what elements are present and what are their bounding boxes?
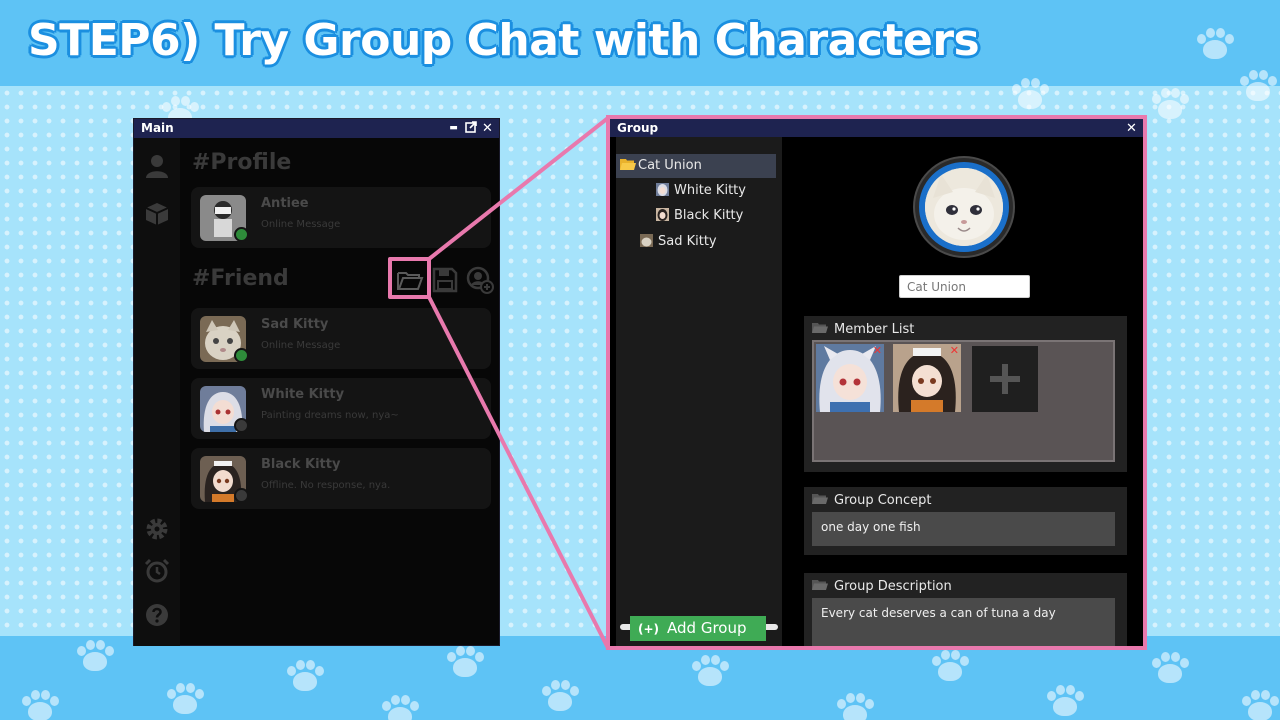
paw-print-icon — [1240, 690, 1280, 720]
paw-print-icon — [835, 693, 875, 720]
paw-print-icon — [285, 660, 325, 694]
member-black-kitty[interactable]: ✕ — [893, 344, 961, 412]
paw-print-icon — [1150, 88, 1190, 122]
tree-item-black-kitty[interactable]: Black Kitty — [656, 204, 743, 228]
friend-name: White Kitty — [261, 387, 345, 402]
profile-status-dot — [234, 227, 249, 242]
group-callout-frame: Group ✕ Cat Union White Kitty Black Kitt… — [606, 115, 1147, 650]
profile-icon[interactable] — [144, 153, 170, 179]
remove-member-icon[interactable]: ✕ — [950, 344, 959, 357]
friend-message: Painting dreams now, nya~ — [261, 410, 399, 421]
paw-print-icon — [540, 680, 580, 714]
member-list-heading-text: Member List — [834, 322, 915, 337]
paw-print-icon — [930, 650, 970, 684]
folder-open-icon — [620, 156, 636, 170]
group-avatar-image — [925, 168, 1003, 246]
member-list-heading: Member List — [812, 322, 914, 337]
add-group-button[interactable]: (+) Add Group — [630, 616, 766, 641]
main-titlebar: Main ▬ ✕ — [134, 119, 499, 138]
help-icon[interactable] — [144, 602, 170, 628]
friend-card[interactable]: White Kitty Painting dreams now, nya~ — [191, 378, 491, 439]
add-group-label: Add Group — [667, 619, 747, 637]
folder-icon — [812, 493, 828, 505]
tree-item-sad-kitty[interactable]: Sad Kitty — [640, 230, 717, 254]
save-icon[interactable] — [431, 266, 461, 296]
group-concept-panel: Group Concept one day one fish — [804, 487, 1127, 555]
paw-print-icon — [20, 690, 60, 720]
tree-item-cat-union[interactable]: Cat Union — [616, 154, 776, 178]
group-name-input[interactable]: Cat Union — [899, 275, 1030, 298]
paw-print-icon — [75, 640, 115, 674]
side-rail — [134, 138, 180, 646]
group-description-field[interactable]: Every cat deserves a can of tuna a day — [812, 598, 1115, 646]
gear-icon[interactable] — [144, 516, 170, 542]
group-description-heading: Group Description — [812, 579, 952, 594]
profile-card[interactable]: Antiee Online Message — [191, 187, 491, 248]
group-description-panel: Group Description Every cat deserves a c… — [804, 573, 1127, 646]
white-kitty-avatar-icon — [656, 181, 670, 196]
folder-icon — [812, 322, 828, 334]
friend-status-dot — [234, 348, 249, 363]
group-concept-heading: Group Concept — [812, 493, 931, 508]
group-avatar[interactable] — [915, 158, 1013, 256]
banner-title: STEP6) Try Group Chat with Characters — [28, 15, 980, 66]
box-icon[interactable] — [144, 201, 170, 227]
group-window-title: Group — [617, 121, 659, 135]
folder-icon — [812, 579, 828, 591]
paw-print-icon — [1238, 70, 1278, 104]
paw-print-icon — [445, 646, 485, 680]
paw-print-icon — [380, 695, 420, 720]
group-description-heading-text: Group Description — [834, 579, 952, 594]
tree-item-label: White Kitty — [674, 183, 746, 198]
group-window: Group ✕ Cat Union White Kitty Black Kitt… — [610, 119, 1143, 646]
popout-icon[interactable] — [464, 120, 477, 137]
group-concept-field[interactable]: one day one fish — [812, 512, 1115, 546]
friend-status-dot — [234, 488, 249, 503]
member-list: ✕ ✕ — [812, 340, 1115, 462]
tree-item-label: Sad Kitty — [658, 234, 717, 249]
close-icon[interactable]: ✕ — [481, 121, 494, 136]
friend-name: Sad Kitty — [261, 317, 329, 332]
friend-heading: #Friend — [192, 266, 289, 291]
remove-member-icon[interactable]: ✕ — [873, 344, 882, 357]
add-member-button[interactable] — [972, 346, 1038, 412]
friend-message: Online Message — [261, 340, 341, 351]
friend-message: Offline. No response, nya. — [261, 480, 391, 491]
group-concept-heading-text: Group Concept — [834, 493, 932, 508]
friend-card[interactable]: Black Kitty Offline. No response, nya. — [191, 448, 491, 509]
paw-print-icon — [690, 655, 730, 689]
member-white-kitty[interactable]: ✕ — [816, 344, 884, 412]
tree-item-label: Cat Union — [638, 158, 702, 173]
profile-heading: #Profile — [192, 150, 292, 175]
paw-print-icon — [1150, 652, 1190, 686]
profile-message: Online Message — [261, 219, 341, 230]
alarm-clock-icon[interactable] — [144, 558, 170, 584]
paw-print-icon — [1010, 78, 1050, 112]
close-icon[interactable]: ✕ — [1125, 121, 1138, 136]
highlight-box — [388, 257, 431, 299]
group-tree: Cat Union White Kitty Black Kitty Sad Ki… — [616, 137, 782, 646]
main-window-title: Main — [141, 121, 174, 135]
friend-card[interactable]: Sad Kitty Online Message — [191, 308, 491, 369]
profile-name: Antiee — [261, 196, 309, 211]
tree-item-label: Black Kitty — [674, 208, 744, 223]
member-list-panel: Member List ✕ ✕ — [804, 316, 1127, 472]
paw-print-icon — [1045, 685, 1085, 719]
tree-item-white-kitty[interactable]: White Kitty — [656, 179, 746, 203]
add-user-icon[interactable] — [466, 266, 496, 296]
sad-kitty-avatar-icon — [640, 232, 654, 247]
friend-name: Black Kitty — [261, 457, 341, 472]
paw-print-icon — [1195, 28, 1235, 62]
group-titlebar: Group ✕ — [610, 119, 1143, 137]
minimize-icon[interactable]: ▬ — [447, 121, 460, 136]
paw-print-icon — [165, 683, 205, 717]
friend-status-dot — [234, 418, 249, 433]
black-kitty-avatar-icon — [656, 206, 670, 221]
main-window: Main ▬ ✕ #Profile Antiee Online Message … — [133, 118, 500, 646]
add-group-plus: (+) — [638, 622, 660, 636]
